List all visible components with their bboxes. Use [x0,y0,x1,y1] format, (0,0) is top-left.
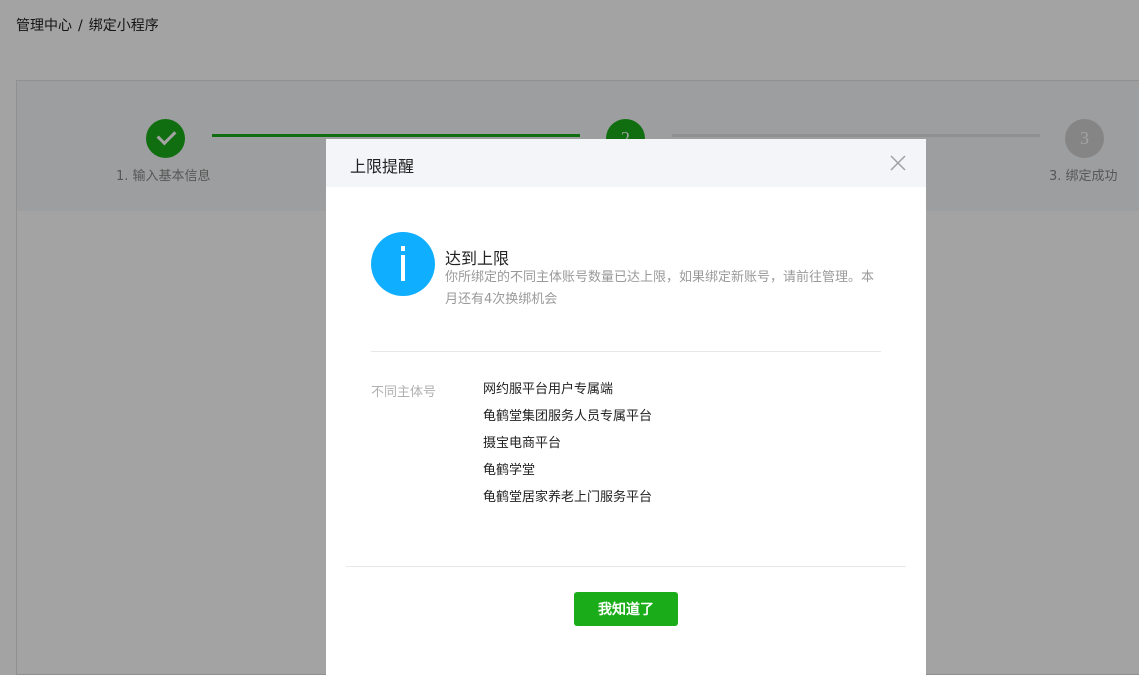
info-icon [371,232,435,296]
entity-label: 不同主体号 [371,385,437,400]
dialog-title: 上限提醒 [350,157,415,176]
confirm-button[interactable]: 我知道了 [574,592,678,626]
page: 管理中心 / 绑定小程序 2 3 1. 输入基本信息 3. 绑定成功 上限提醒 达到… [0,0,1139,675]
entity-item: 龟鹤堂居家养老上门服务平台 [483,490,653,505]
info-icon-dot [401,246,405,251]
entity-list: 网约服平台用户专属端 龟鹤堂集团服务人员专属平台 摄宝电商平台 龟鹤学堂 龟鹤堂… [483,376,652,511]
footer-divider [346,566,906,567]
message-title: 达到上限 [445,249,510,268]
message-description: 你所绑定的不同主体账号数量已达上限，如果绑定新账号，请前往管理。本月还有4次换绑… [445,270,875,307]
dialog-header: 上限提醒 [326,139,926,187]
limit-dialog: 上限提醒 达到上限 你所绑定的不同主体账号数量已达上限，如果绑定新账号，请前往管… [326,139,926,675]
entity-item: 龟鹤学堂 [483,463,536,478]
info-icon-bar [401,255,405,281]
divider [371,351,881,352]
close-icon[interactable] [888,153,908,173]
entity-item: 网约服平台用户专属端 [483,382,614,397]
entity-item: 龟鹤堂集团服务人员专属平台 [483,409,653,424]
entity-item: 摄宝电商平台 [483,436,562,451]
